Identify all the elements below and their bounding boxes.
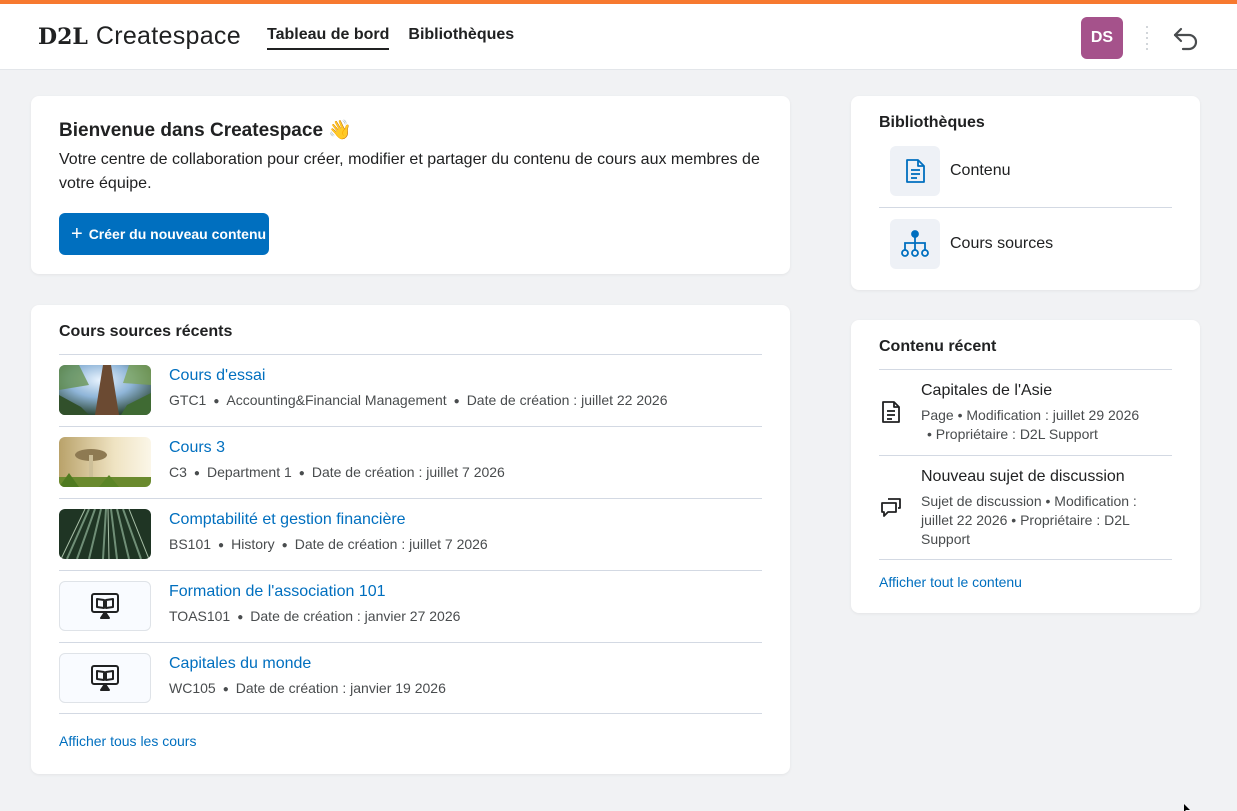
course-thumbnail[interactable]: [59, 365, 151, 415]
library-item-label: Contenu: [950, 161, 1011, 179]
course-meta: GTC1 ● Accounting&Financial Management ● Dat…: [169, 392, 668, 408]
course-title-link[interactable]: Comptabilité et gestion financière: [169, 511, 406, 529]
course-code: WC105: [169, 680, 216, 696]
content-meta: Page • Modification : juillet 29 2026 • …: [921, 406, 1166, 444]
list-item: Capitales du monde WC105 ● Date de créatio…: [59, 642, 762, 714]
list-item: Formation de l'association 101 TOAS101 ● D…: [59, 570, 762, 642]
course-created-date: Date de création : juillet 7 2026: [294, 536, 488, 552]
recent-content-title: Contenu récent: [879, 338, 997, 355]
course-department: History: [231, 536, 275, 552]
avatar[interactable]: DS: [1081, 17, 1123, 59]
list-item: Cours d'essai GTC1 ● Accounting&Financial …: [59, 354, 762, 426]
content-meta-line: • Propriétaire : D2L Support: [927, 426, 1098, 442]
course-title-link[interactable]: Capitales du monde: [169, 655, 311, 673]
list-item[interactable]: Nouveau sujet de discussion Sujet de dis…: [879, 455, 1172, 560]
recent-courses-title: Cours sources récents: [59, 323, 233, 340]
course-thumbnail[interactable]: [59, 437, 151, 487]
view-all-content-link[interactable]: Afficher tout le contenu: [879, 574, 1022, 590]
course-meta: WC105 ● Date de création : janvier 19 2026: [169, 680, 446, 696]
nav-tab-libraries[interactable]: Bibliothèques: [408, 26, 514, 50]
content-meta-line: Page • Modification : juillet 29 2026: [921, 407, 1140, 423]
logo[interactable]: D2L Createspace: [38, 22, 241, 51]
list-item[interactable]: Capitales de l'Asie Page • Modification …: [879, 369, 1172, 455]
course-thumbnail[interactable]: [59, 581, 151, 631]
recent-courses-card: Cours sources récents Cours d'essai GTC1…: [31, 305, 790, 774]
course-thumbnail[interactable]: [59, 653, 151, 703]
course-list: Cours d'essai GTC1 ● Accounting&Financial …: [59, 354, 762, 714]
course-code: C3: [169, 464, 187, 480]
welcome-card: Bienvenue dans Createspace 👋 Votre centr…: [31, 96, 790, 274]
welcome-title: Bienvenue dans Createspace 👋: [59, 120, 352, 141]
presentation-book-icon: [91, 665, 119, 691]
presentation-book-icon: [91, 593, 119, 619]
course-meta: BS101 ● History ● Date de création : juillet…: [169, 536, 488, 552]
nav-tab-dashboard[interactable]: Tableau de bord: [267, 26, 390, 50]
course-created-date: Date de création : janvier 19 2026: [235, 680, 446, 696]
course-created-date: Date de création : juillet 22 2026: [466, 392, 668, 408]
course-meta: TOAS101 ● Date de création : janvier 27 20…: [169, 608, 461, 624]
view-all-courses-link[interactable]: Afficher tous les cours: [59, 733, 196, 749]
course-department: Accounting&Financial Management: [226, 392, 447, 408]
course-code: BS101: [169, 536, 212, 552]
undo-arrow-icon[interactable]: [1170, 22, 1202, 54]
list-item: Comptabilité et gestion financière BS101…: [59, 498, 762, 570]
course-meta: C3 ● Department 1 ● Date de création : juill…: [169, 464, 505, 480]
course-title-link[interactable]: Cours 3: [169, 439, 225, 457]
library-item-label: Cours sources: [950, 234, 1054, 252]
content-meta: Sujet de discussion • Modification : jui…: [921, 493, 1137, 547]
document-icon: [890, 145, 940, 196]
plus-icon: +: [71, 223, 83, 245]
logo-product-name: Createspace: [95, 22, 241, 50]
main-nav: Tableau de bord Bibliothèques: [267, 26, 514, 50]
create-content-label: Créer du nouveau contenu: [88, 226, 267, 242]
course-created-date: Date de création : janvier 27 2026: [250, 608, 461, 624]
course-department: Department 1: [206, 464, 292, 480]
welcome-description: Votre centre de collaboration pour créer…: [59, 151, 760, 192]
libraries-title: Bibliothèques: [879, 114, 985, 131]
list-item: Cours 3 C3 ● Department 1 ● Date de création…: [59, 426, 762, 498]
recent-content-card: Contenu récent Capitales de l'Asie Page …: [851, 320, 1200, 613]
page-icon: [882, 401, 900, 423]
library-item-content[interactable]: Contenu: [879, 134, 1172, 207]
course-created-date: Date de création : juillet 7 2026: [311, 464, 505, 480]
logo-mark: D2L: [38, 24, 88, 50]
hierarchy-icon: [890, 218, 940, 269]
content-title-link[interactable]: Capitales de l'Asie: [921, 382, 1052, 400]
course-code: GTC1: [169, 392, 207, 408]
separator-dots: [1145, 26, 1149, 50]
mouse-cursor-icon: [1184, 804, 1190, 811]
content-list: Capitales de l'Asie Page • Modification …: [879, 369, 1172, 560]
course-code: TOAS101: [169, 608, 231, 624]
top-navigation: D2L Createspace Tableau de bord Biblioth…: [0, 4, 1237, 70]
libraries-card: Bibliothèques Contenu Cours sources: [851, 96, 1200, 290]
course-title-link[interactable]: Cours d'essai: [169, 367, 265, 385]
course-thumbnail[interactable]: [59, 509, 151, 559]
library-item-source-courses[interactable]: Cours sources: [879, 207, 1172, 280]
discussion-icon: [881, 498, 901, 517]
content-title-link[interactable]: Nouveau sujet de discussion: [921, 468, 1125, 486]
course-title-link[interactable]: Formation de l'association 101: [169, 583, 386, 601]
create-content-button[interactable]: + Créer du nouveau contenu: [59, 213, 269, 255]
